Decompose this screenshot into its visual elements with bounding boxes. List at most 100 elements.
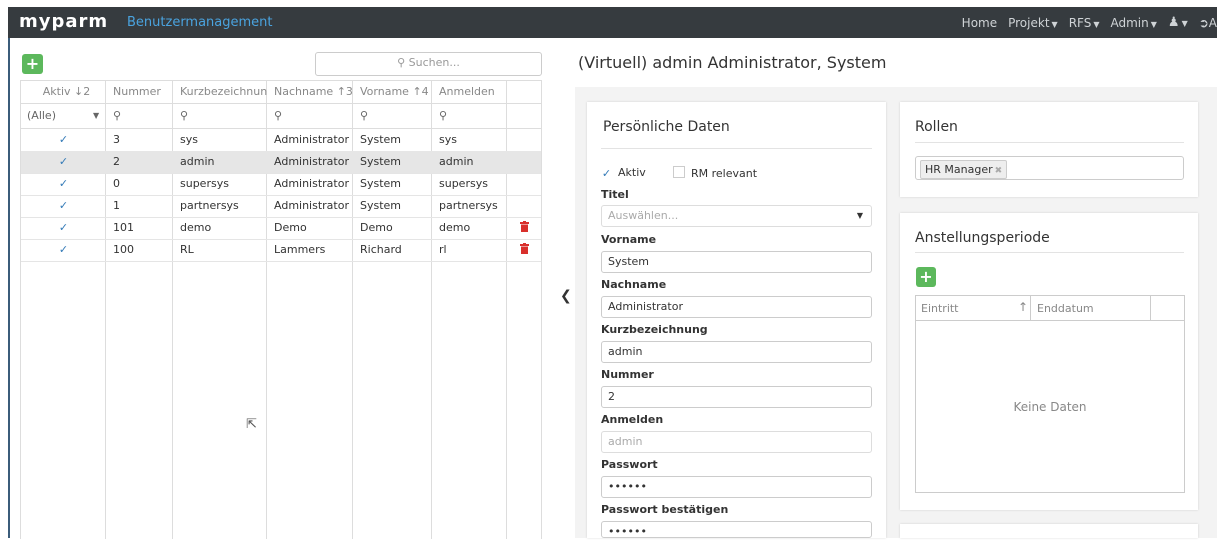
- period-grid-header: Eintritt ↑ Enddatum: [916, 296, 1184, 321]
- col-header-anmelden[interactable]: Anmelden: [433, 81, 507, 103]
- divider: [915, 252, 1184, 253]
- search-icon: ⚲: [360, 109, 369, 122]
- search-placeholder: Suchen...: [408, 56, 460, 69]
- nachname-input[interactable]: Administrator: [601, 296, 872, 318]
- col-header-enddatum[interactable]: Enddatum: [1037, 302, 1094, 315]
- checkbox-empty-icon: [673, 166, 685, 178]
- mouse-cursor-icon: ⇱: [246, 417, 257, 432]
- period-grid: Eintritt ↑ Enddatum Keine Daten: [915, 295, 1185, 493]
- col-header-kurzbezeichnung[interactable]: Kurzbezeichnung: [174, 81, 267, 103]
- titel-placeholder: Auswählen...: [608, 209, 679, 222]
- trash-icon[interactable]: [507, 239, 541, 261]
- search-icon: ⚲: [180, 109, 189, 122]
- personal-data-title: Persönliche Daten: [603, 119, 730, 135]
- nav-item-admin[interactable]: Admin ▼: [1111, 16, 1157, 30]
- passwort-label: Passwort: [601, 458, 658, 471]
- cell-nachname: Administrator: [274, 177, 349, 190]
- filter-vorname[interactable]: ⚲: [354, 104, 432, 128]
- kurzbezeichnung-label: Kurzbezeichnung: [601, 323, 708, 336]
- table-row[interactable]: ✓ 100 RL Lammers Richard rl: [21, 239, 541, 262]
- table-row[interactable]: ✓ 3 sys Administrator System sys: [21, 129, 541, 152]
- next-card: [900, 524, 1198, 538]
- col-label: Nachname: [274, 85, 334, 98]
- remove-tag-icon[interactable]: ✖: [995, 166, 1003, 176]
- filter-kurzbezeichnung[interactable]: ⚲: [174, 104, 267, 128]
- filter-aktiv-select[interactable]: (Alle) ▼: [21, 104, 106, 128]
- table-row[interactable]: ✓ 2 admin Administrator System admin: [21, 151, 541, 174]
- col-header-vorname[interactable]: Vorname ↑4: [354, 81, 432, 103]
- add-user-button[interactable]: +: [22, 54, 43, 74]
- filter-anmelden[interactable]: ⚲: [433, 104, 507, 128]
- cell-nummer: 0: [113, 177, 120, 190]
- nav-item-rfs[interactable]: RFS ▼: [1069, 16, 1100, 30]
- col-divider: [1150, 296, 1151, 320]
- vorname-input[interactable]: System: [601, 251, 872, 273]
- search-input[interactable]: ⚲ Suchen...: [315, 52, 542, 76]
- kurzbezeichnung-input[interactable]: admin: [601, 341, 872, 363]
- logout-icon: ➲: [1198, 15, 1209, 30]
- col-label: Vorname: [360, 85, 409, 98]
- titel-select[interactable]: Auswählen... ▼: [601, 205, 872, 227]
- cell-nummer: 3: [113, 133, 120, 146]
- user-grid: Aktiv ↓2 Nummer Kurzbezeichnung Nachname…: [20, 80, 542, 539]
- rm-relevant-checkbox[interactable]: RM relevant: [673, 166, 757, 180]
- cell-anmelden: supersys: [439, 177, 488, 190]
- filter-nachname[interactable]: ⚲: [268, 104, 353, 128]
- role-tag-label: HR Manager: [925, 163, 993, 176]
- cell-vorname: Demo: [360, 221, 393, 234]
- add-period-button[interactable]: +: [916, 267, 936, 287]
- nummer-label: Nummer: [601, 368, 654, 381]
- titel-label: Titel: [601, 188, 629, 201]
- nummer-input[interactable]: 2: [601, 386, 872, 408]
- filter-all-value: (Alle): [27, 109, 56, 122]
- cell-nachname: Administrator: [274, 133, 349, 146]
- grid-header: Aktiv ↓2 Nummer Kurzbezeichnung Nachname…: [21, 81, 541, 104]
- sort-indicator: ↑4: [412, 85, 429, 98]
- col-header-aktiv[interactable]: Aktiv ↓2: [21, 81, 106, 103]
- brand-logo[interactable]: myparm: [19, 11, 108, 32]
- col-header-eintritt[interactable]: Eintritt: [921, 302, 959, 315]
- cell-vorname: System: [360, 199, 402, 212]
- sort-indicator: ↑: [1018, 300, 1029, 314]
- table-row[interactable]: ✓ 101 demo Demo Demo demo: [21, 217, 541, 240]
- nav-item-projekt[interactable]: Projekt ▼: [1008, 16, 1058, 30]
- check-icon: ✓: [58, 221, 69, 234]
- rollen-tag-input[interactable]: HR Manager ✖: [915, 156, 1184, 180]
- trash-icon[interactable]: [507, 217, 541, 239]
- nav-logout[interactable]: ➲A: [1199, 16, 1217, 30]
- nachname-label: Nachname: [601, 278, 667, 291]
- collapse-panel-chevron-icon[interactable]: ❮: [560, 288, 572, 304]
- table-row[interactable]: ✓ 0 supersys Administrator System supersys: [21, 173, 541, 196]
- filter-nummer[interactable]: ⚲: [107, 104, 173, 128]
- cell-anmelden: admin: [439, 155, 474, 168]
- cell-nummer: 2: [113, 155, 120, 168]
- cell-nachname: Demo: [274, 221, 307, 234]
- sort-indicator: ↓2: [74, 85, 91, 98]
- passwort-input[interactable]: ••••••: [601, 476, 872, 498]
- search-icon: ⚲: [439, 109, 448, 122]
- cell-vorname: System: [360, 133, 402, 146]
- cell-vorname: System: [360, 177, 402, 190]
- passwort-confirm-input[interactable]: ••••••: [601, 521, 872, 538]
- app-subtitle: Benutzermanagement: [127, 15, 273, 30]
- nav-user-menu[interactable]: ♟ ▼: [1168, 15, 1188, 30]
- table-row[interactable]: ✓ 1 partnersys Administrator System partnersy…: [21, 195, 541, 218]
- nav-item-home[interactable]: Home: [962, 16, 997, 30]
- aktiv-label: Aktiv: [618, 166, 646, 179]
- col-header-nachname[interactable]: Nachname ↑3: [268, 81, 353, 103]
- caret-down-icon: ▼: [856, 211, 863, 220]
- user-icon: ♟: [1167, 15, 1180, 30]
- cell-vorname: Richard: [360, 243, 402, 256]
- col-header-nummer[interactable]: Nummer: [107, 81, 173, 103]
- cell-nummer: 1: [113, 199, 120, 212]
- cell-nachname: Lammers: [274, 243, 326, 256]
- cell-kurz: admin: [180, 155, 215, 168]
- check-icon: ✓: [601, 167, 612, 180]
- nav-item-projekt-label: Projekt: [1008, 15, 1050, 30]
- cell-anmelden: sys: [439, 133, 457, 146]
- aktiv-checkbox[interactable]: ✓ Aktiv: [601, 166, 646, 179]
- sort-indicator: ↑3: [336, 85, 353, 98]
- cell-anmelden: partnersys: [439, 199, 498, 212]
- passwort-confirm-label: Passwort bestätigen: [601, 503, 729, 516]
- cell-anmelden: demo: [439, 221, 471, 234]
